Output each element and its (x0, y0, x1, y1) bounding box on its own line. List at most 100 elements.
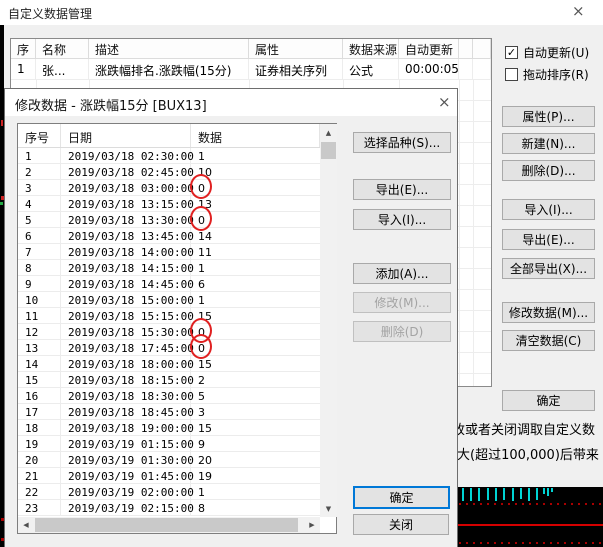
data-list-cell-date: 2019/03/18 18:15:00 (61, 372, 194, 388)
data-list-cell-value: 14 (191, 228, 320, 244)
table-header-cell[interactable]: 属性 (249, 39, 343, 58)
checkbox-auto-update-box[interactable]: ✓ (505, 46, 518, 59)
scroll-down-icon[interactable]: ▼ (320, 500, 337, 517)
checkbox-drag-sort-box[interactable] (505, 68, 518, 81)
table-row[interactable]: 1 张... 涨跌幅排名.涨跌幅(15分) 证券相关序列 公式 00:00:05 (11, 59, 491, 80)
data-list-row[interactable]: 19 2019/03/19 01:15:00 9 (18, 436, 336, 452)
modal-delete-button: 删除(D) (353, 321, 451, 342)
data-list-cell-seq: 6 (18, 228, 61, 244)
data-value: 0 (198, 182, 205, 195)
data-list-cell-date: 2019/03/18 14:00:00 (61, 244, 194, 260)
table-header-cell[interactable]: 数据来源 (343, 39, 399, 58)
data-value: 15 (198, 358, 212, 371)
modify-data-button[interactable]: 修改数据(M)... (502, 302, 595, 323)
data-list-row[interactable]: 20 2019/03/19 01:30:00 20 (18, 452, 336, 468)
modal-export-button[interactable]: 导出(E)... (353, 179, 451, 200)
data-list-row[interactable]: 5 2019/03/18 13:30:00 0 (18, 206, 336, 231)
data-list-cell-date: 2019/03/18 13:30:00 (61, 212, 194, 228)
export-all-button[interactable]: 全部导出(X)... (502, 258, 595, 279)
data-list-row[interactable]: 17 2019/03/18 18:45:00 3 (18, 404, 336, 420)
data-list-row[interactable]: 7 2019/03/18 14:00:00 11 (18, 244, 336, 260)
delete-button[interactable]: 删除(D)... (502, 160, 595, 181)
data-list-row[interactable]: 9 2019/03/18 14:45:00 6 (18, 276, 336, 292)
table-header-cell[interactable]: 序 (11, 39, 36, 58)
modal-close-button[interactable]: × (438, 95, 451, 110)
checkbox-drag-sort[interactable]: 拖动排序(R) (505, 66, 589, 83)
modal-ok-button[interactable]: 确定 (353, 486, 450, 509)
data-value: 10 (198, 166, 212, 179)
table-header-cell[interactable]: 描述 (89, 39, 249, 58)
data-list-cell-seq: 2 (18, 164, 61, 180)
data-value: 3 (198, 406, 205, 419)
data-list-row[interactable]: 13 2019/03/18 17:45:00 0 (18, 334, 336, 359)
data-list-row[interactable]: 3 2019/03/18 03:00:00 0 (18, 174, 336, 199)
data-list-cell-date: 2019/03/18 03:00:00 (61, 180, 194, 196)
data-list-row[interactable]: 23 2019/03/19 02:15:00 8 (18, 500, 336, 516)
data-list-row[interactable]: 16 2019/03/18 18:30:00 5 (18, 388, 336, 404)
table-cell (473, 59, 491, 80)
chart-solid-line (457, 524, 603, 526)
table-header-cell[interactable]: 名称 (36, 39, 89, 58)
data-list-row[interactable]: 1 2019/03/18 02:30:00 1 (18, 148, 336, 164)
data-list-row[interactable]: 6 2019/03/18 13:45:00 14 (18, 228, 336, 244)
chart-speck (1, 120, 3, 126)
select-symbol-button[interactable]: 选择品种(S)... (353, 132, 451, 153)
add-button[interactable]: 添加(A)... (353, 263, 451, 284)
horizontal-scroll-thumb[interactable] (35, 518, 298, 532)
data-list-header-cell[interactable]: 日期 (61, 124, 191, 147)
data-list[interactable]: 序号 日期 数据 1 2019/03/18 02:30:00 1 2 2019/03/18 … (17, 123, 337, 534)
data-list-row[interactable]: 14 2019/03/18 18:00:00 15 (18, 356, 336, 372)
scroll-right-icon[interactable]: ▶ (304, 517, 320, 533)
chart-dotted-line (459, 542, 603, 544)
import-button[interactable]: 导入(I)... (502, 199, 595, 220)
data-list-header-cell[interactable]: 数据 (191, 124, 320, 147)
data-list-cell-date: 2019/03/19 02:00:00 (61, 484, 194, 500)
scroll-up-icon[interactable]: ▲ (320, 124, 337, 141)
data-list-row[interactable]: 11 2019/03/18 15:15:00 15 (18, 308, 336, 324)
checkbox-auto-update[interactable]: ✓ 自动更新(U) (505, 44, 589, 61)
data-value: 1 (198, 294, 205, 307)
vertical-scrollbar[interactable]: ▲ ▼ (320, 124, 337, 517)
data-list-row[interactable]: 10 2019/03/18 15:00:00 1 (18, 292, 336, 308)
modal-close-button-bottom[interactable]: 关闭 (353, 514, 449, 535)
data-list-cell-seq: 5 (18, 212, 61, 228)
vertical-scroll-thumb[interactable] (321, 142, 336, 159)
checkbox-auto-update-label: 自动更新(U) (523, 46, 590, 60)
data-list-row[interactable]: 12 2019/03/18 15:30:00 0 (18, 318, 336, 343)
main-ok-button[interactable]: 确定 (502, 390, 595, 411)
data-list-cell-date: 2019/03/19 01:30:00 (61, 452, 194, 468)
chart-tick (543, 488, 545, 494)
data-list-row[interactable]: 21 2019/03/19 01:45:00 19 (18, 468, 336, 484)
modal-import-button[interactable]: 导入(I)... (353, 209, 451, 230)
data-list-cell-seq: 11 (18, 308, 61, 324)
modal-titlebar[interactable]: 修改数据 - 涨跌幅15分 [BUX13] × (5, 89, 457, 116)
new-button[interactable]: 新建(N)... (502, 133, 595, 154)
scroll-left-icon[interactable]: ◀ (18, 517, 34, 533)
data-list-cell-value: 20 (191, 452, 320, 468)
properties-button[interactable]: 属性(P)... (502, 106, 595, 127)
main-close-button[interactable]: × (572, 4, 585, 19)
data-value: 6 (198, 278, 205, 291)
chart-tick (528, 488, 530, 501)
data-list-row[interactable]: 15 2019/03/18 18:15:00 2 (18, 372, 336, 388)
data-list-row[interactable]: 22 2019/03/19 02:00:00 1 (18, 484, 336, 500)
data-list-row[interactable]: 18 2019/03/18 19:00:00 15 (18, 420, 336, 436)
table-header-cell[interactable] (459, 39, 473, 58)
modal-title: 修改数据 - 涨跌幅15分 [BUX13] (15, 99, 207, 114)
table-header-cell[interactable] (473, 39, 491, 58)
data-list-row[interactable]: 2 2019/03/18 02:45:00 10 (18, 164, 336, 180)
data-list-row[interactable]: 4 2019/03/18 13:15:00 13 (18, 196, 336, 212)
clear-data-button[interactable]: 清空数据(C) (502, 330, 595, 351)
table-header-cell[interactable]: 自动更新 (399, 39, 459, 58)
data-value: 0 (198, 326, 205, 339)
data-list-cell-value: 0 (190, 206, 320, 231)
data-list-row[interactable]: 8 2019/03/18 14:15:00 1 (18, 260, 336, 276)
chart-tick (487, 488, 489, 500)
data-list-header-cell[interactable]: 序号 (18, 124, 61, 147)
horizontal-scrollbar[interactable]: ◀ ▶ (18, 517, 320, 533)
data-value: 11 (198, 246, 212, 259)
export-button[interactable]: 导出(E)... (502, 229, 595, 250)
main-window-titlebar[interactable]: 自定义数据管理 × (0, 0, 603, 25)
data-list-cell-value: 13 (191, 196, 320, 212)
data-list-cell-date: 2019/03/18 18:00:00 (61, 356, 194, 372)
